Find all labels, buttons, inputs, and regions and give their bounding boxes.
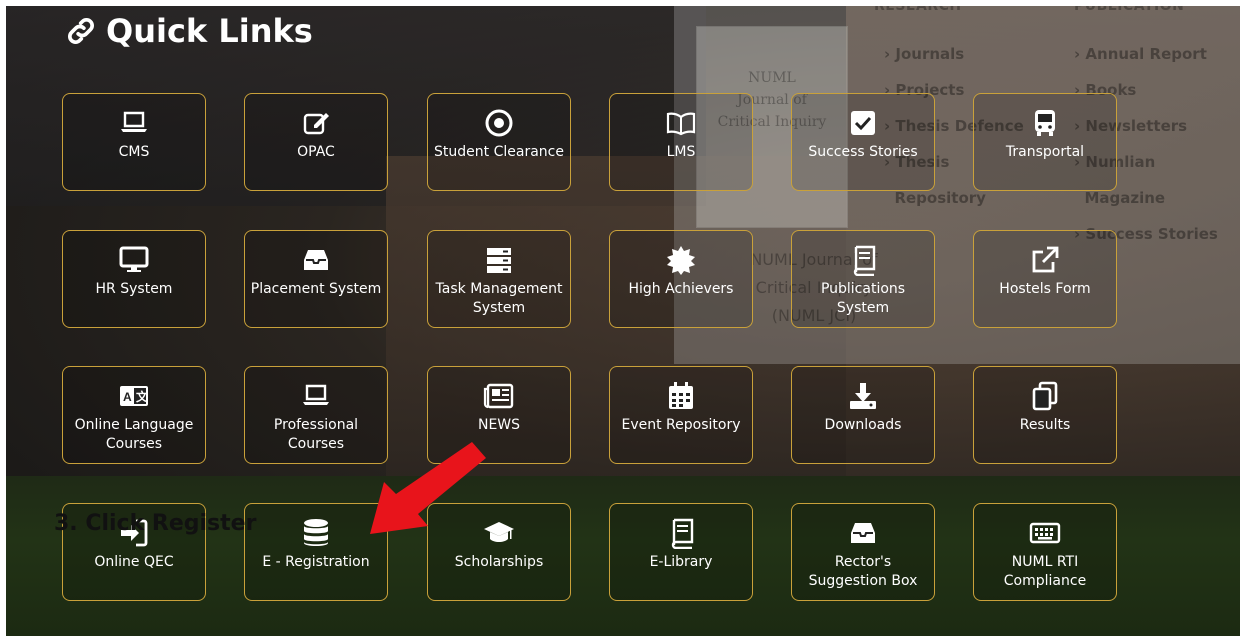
- database-icon: [300, 516, 332, 550]
- quick-link-label: E-Library: [649, 554, 713, 570]
- journal-cover-line-1: NUML: [748, 70, 796, 86]
- quick-link-tile[interactable]: Rector's Suggestion Box: [791, 503, 935, 601]
- quick-link-label: Scholarships: [454, 554, 544, 570]
- quick-link-label: Publications System: [820, 281, 906, 316]
- quick-link-label: Downloads: [824, 417, 902, 433]
- quick-link-label: CMS: [118, 144, 150, 160]
- external-link-icon: [1029, 243, 1061, 277]
- quick-link-label: Online QEC: [94, 554, 174, 570]
- quick-link-tile[interactable]: NEWS: [427, 366, 571, 464]
- quick-link-tile[interactable]: Student Clearance: [427, 93, 571, 191]
- server-icon: [483, 243, 515, 277]
- quick-link-tile[interactable]: E - Registration: [244, 503, 388, 601]
- quick-link-tile[interactable]: Professional Courses: [244, 366, 388, 464]
- quick-links-section: RESEARCH PUBLICATION NUML Journal of Cri…: [6, 6, 1240, 636]
- certificate-icon: [665, 243, 697, 277]
- calendar-icon: [665, 379, 697, 413]
- book-icon: [847, 243, 879, 277]
- quick-link-tile[interactable]: A 文 Online Language Courses: [62, 366, 206, 464]
- quick-link-label: Event Repository: [621, 417, 741, 433]
- quick-link-tile[interactable]: NUML RTI Compliance: [973, 503, 1117, 601]
- quick-link-tile[interactable]: Transportal: [973, 93, 1117, 191]
- laptop-icon: [118, 106, 150, 140]
- quick-link-label: NUML RTI Compliance: [1003, 554, 1087, 589]
- quick-link-label: Rector's Suggestion Box: [808, 554, 918, 589]
- link-icon: [68, 18, 94, 44]
- quick-link-tile[interactable]: LMS: [609, 93, 753, 191]
- quick-link-label: Transportal: [1005, 144, 1085, 160]
- quick-link-label: Success Stories: [808, 144, 918, 160]
- quick-link-label: NEWS: [477, 417, 521, 433]
- quick-link-tile[interactable]: Success Stories: [791, 93, 935, 191]
- quick-link-tile[interactable]: HR System: [62, 230, 206, 328]
- step-instruction: 3. Click Register: [54, 511, 257, 536]
- target-icon: [483, 106, 515, 140]
- quick-link-label: LMS: [666, 144, 696, 160]
- quick-link-tile[interactable]: High Achievers: [609, 230, 753, 328]
- quick-link-label: Task Management System: [435, 281, 563, 316]
- publication-link[interactable]: › Annual Report: [1074, 36, 1218, 72]
- book-icon: [665, 516, 697, 550]
- desktop-icon: [118, 243, 150, 277]
- bus-icon: [1029, 106, 1061, 140]
- svg-text:A: A: [123, 390, 132, 404]
- quick-link-label: Placement System: [250, 281, 382, 297]
- quick-link-tile[interactable]: OPAC: [244, 93, 388, 191]
- page-title-text: Quick Links: [106, 12, 313, 50]
- copy-icon: [1029, 379, 1061, 413]
- research-header: RESEARCH: [874, 6, 962, 14]
- graduation-cap-icon: [483, 516, 515, 550]
- quick-link-label: Online Language Courses: [74, 417, 194, 452]
- laptop-icon: [300, 379, 332, 413]
- svg-text:文: 文: [136, 389, 149, 404]
- quick-link-tile[interactable]: Placement System: [244, 230, 388, 328]
- quick-link-label: Hostels Form: [999, 281, 1091, 297]
- quick-link-label: Professional Courses: [273, 417, 359, 452]
- keyboard-icon: [1029, 516, 1061, 550]
- research-link[interactable]: › Journals: [884, 36, 1024, 72]
- quick-link-tile[interactable]: Hostels Form: [973, 230, 1117, 328]
- book-open-icon: [665, 106, 697, 140]
- quick-link-label: E - Registration: [262, 554, 370, 570]
- quick-link-label: High Achievers: [628, 281, 734, 297]
- inbox-icon: [300, 243, 332, 277]
- inbox-icon: [847, 516, 879, 550]
- page-title: Quick Links: [64, 12, 313, 50]
- quick-link-tile[interactable]: Scholarships: [427, 503, 571, 601]
- quick-link-tile[interactable]: CMS: [62, 93, 206, 191]
- quick-link-tile[interactable]: Task Management System: [427, 230, 571, 328]
- check-square-icon: [847, 106, 879, 140]
- quick-link-tile[interactable]: Results: [973, 366, 1117, 464]
- research-publication-overlay: RESEARCH PUBLICATION NUML Journal of Cri…: [674, 6, 1240, 364]
- newspaper-icon: [483, 379, 515, 413]
- quick-link-tile[interactable]: Publications System: [791, 230, 935, 328]
- quick-link-label: Student Clearance: [434, 144, 564, 160]
- edit-icon: [300, 106, 332, 140]
- quick-link-label: Results: [1019, 417, 1071, 433]
- download-icon: [847, 379, 879, 413]
- quick-link-label: HR System: [95, 281, 173, 297]
- quick-link-tile[interactable]: E-Library: [609, 503, 753, 601]
- quick-link-tile[interactable]: Downloads: [791, 366, 935, 464]
- quick-link-tile[interactable]: Event Repository: [609, 366, 753, 464]
- publication-header: PUBLICATION: [1074, 6, 1185, 14]
- quick-link-label: OPAC: [297, 144, 335, 160]
- language-icon: A文: [118, 379, 150, 413]
